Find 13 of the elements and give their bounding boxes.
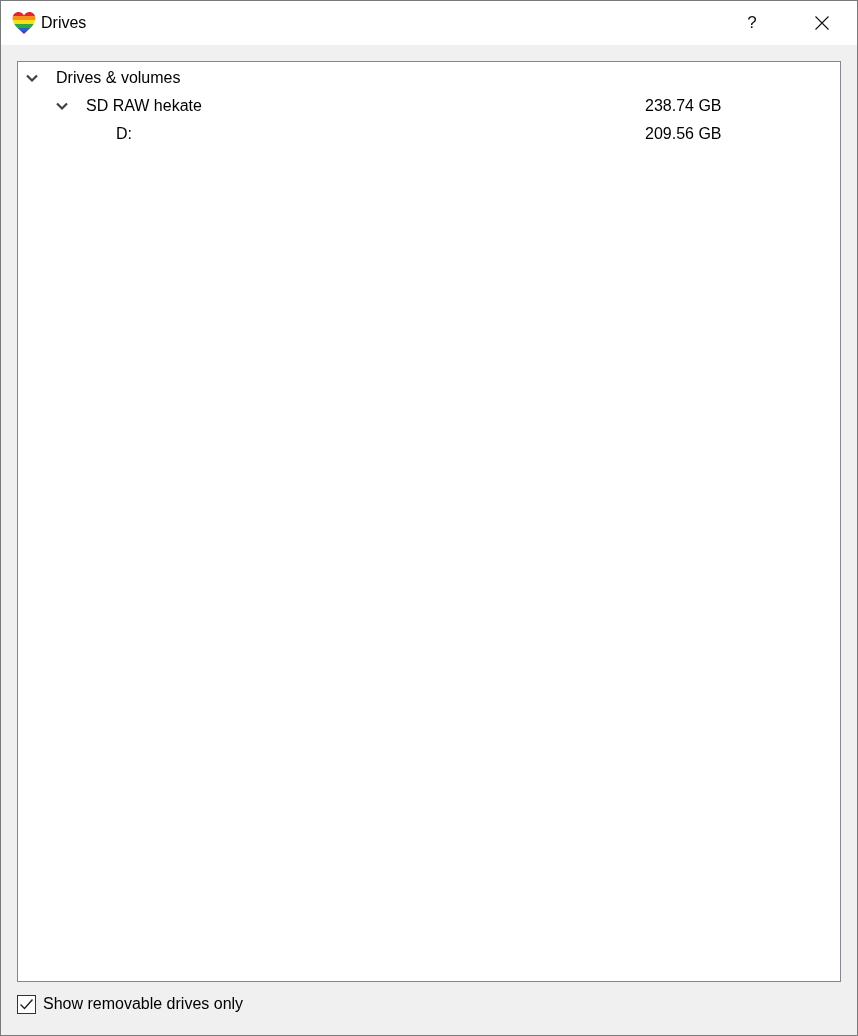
chevron-icon[interactable] [26,72,38,84]
close-icon [815,16,829,30]
checkbox-label[interactable]: Show removable drives only [43,994,244,1014]
tree-item[interactable]: Drives & volumes [56,68,181,88]
checkbox[interactable] [17,994,36,1014]
window-title: Drives [41,13,87,33]
help-button[interactable]: ? [729,7,775,39]
tree-item[interactable]: SD RAW hekate [86,96,202,116]
tree-item[interactable]: D: [116,124,132,144]
heart-icon [12,11,36,35]
size-text: 238.74 GB [645,96,722,116]
chevron-icon[interactable] [56,100,68,112]
size-text: 209.56 GB [645,124,722,144]
